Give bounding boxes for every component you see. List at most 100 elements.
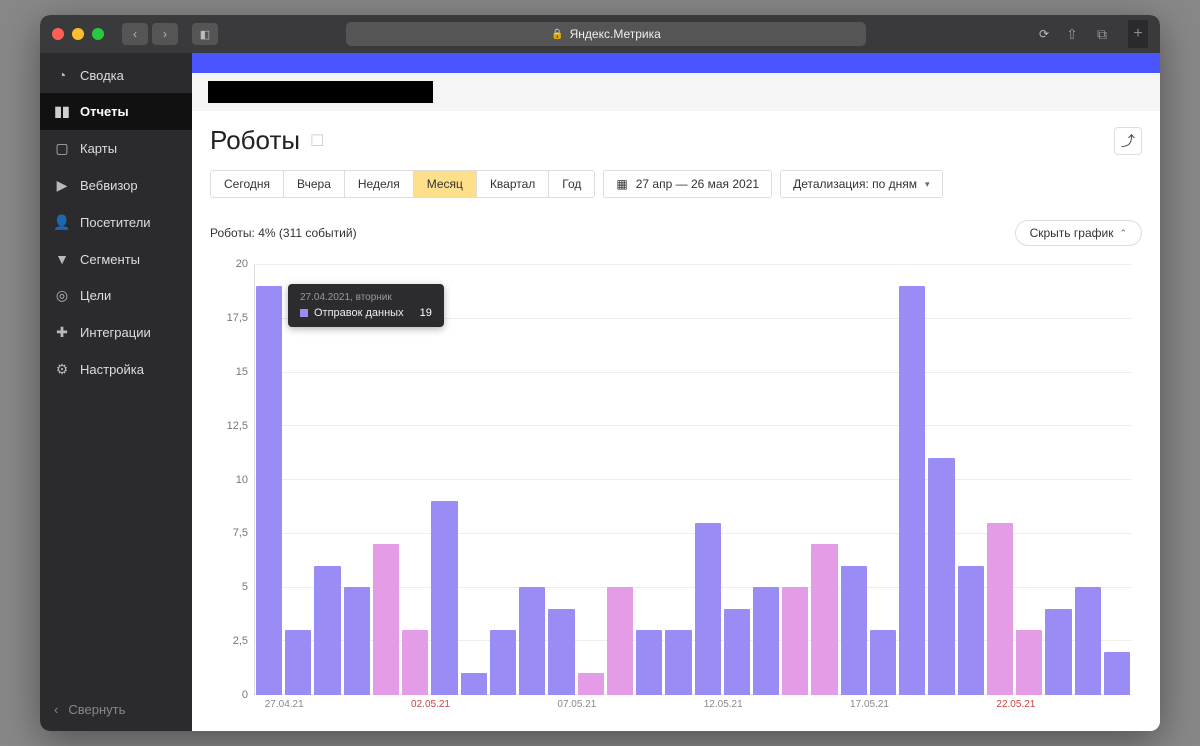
date-range-picker[interactable]: ▦ 27 апр — 26 мая 2021: [603, 170, 772, 198]
period-Год[interactable]: Год: [549, 171, 594, 197]
bar[interactable]: [928, 458, 954, 695]
tooltip-date: 27.04.2021, вторник: [300, 292, 432, 303]
minimize-window-button[interactable]: [72, 28, 84, 40]
x-tick: 12.05.21: [704, 699, 743, 710]
gauge-icon: ◔: [54, 67, 70, 83]
bar[interactable]: [285, 630, 311, 695]
bar[interactable]: [665, 630, 691, 695]
bar[interactable]: [899, 286, 925, 695]
sidebar-item-label: Настройка: [80, 362, 144, 377]
sidebar-item-goals[interactable]: ◎ Цели: [40, 277, 192, 314]
sidebar-item-label: Вебвизор: [80, 178, 138, 193]
bar[interactable]: [870, 630, 896, 695]
bar[interactable]: [607, 587, 633, 695]
sidebar-item-label: Интеграции: [80, 325, 151, 340]
bar[interactable]: [841, 566, 867, 695]
content: Роботы ☐ ⤴ СегодняВчераНеделяМесяцКварта…: [192, 53, 1160, 731]
funnel-icon: ▼: [54, 251, 70, 267]
y-tick: 15: [236, 366, 248, 378]
bar[interactable]: [431, 501, 457, 695]
export-button[interactable]: ⤴: [1114, 127, 1142, 155]
bar[interactable]: [811, 544, 837, 695]
period-Месяц[interactable]: Месяц: [414, 171, 477, 197]
bar[interactable]: [519, 587, 545, 695]
period-Квартал[interactable]: Квартал: [477, 171, 549, 197]
chevron-up-icon: ⌃: [1119, 228, 1127, 239]
period-Сегодня[interactable]: Сегодня: [211, 171, 284, 197]
browser-window: ‹ › ◧ 🔒 Яндекс.Метрика ⟳ ⇧ ⧉ + ◔ Сводка …: [40, 15, 1160, 731]
address-bar[interactable]: 🔒 Яндекс.Метрика: [346, 22, 866, 46]
bar[interactable]: [578, 673, 604, 695]
sidebar: ◔ Сводка ▮▮ Отчеты ▢ Карты ▶ Вебвизор 👤 …: [40, 53, 192, 731]
period-Вчера[interactable]: Вчера: [284, 171, 345, 197]
y-tick: 17,5: [227, 312, 248, 324]
bar[interactable]: [1104, 652, 1130, 695]
target-icon: ◎: [54, 287, 70, 304]
detail-dropdown[interactable]: Детализация: по дням ▾: [780, 170, 942, 198]
back-button[interactable]: ‹: [122, 23, 148, 45]
detail-label: Детализация: по дням: [793, 177, 917, 191]
x-tick: 02.05.21: [411, 699, 450, 710]
bar[interactable]: [1075, 587, 1101, 695]
sidebar-item-webvisor[interactable]: ▶ Вебвизор: [40, 167, 192, 204]
y-tick: 2,5: [233, 635, 248, 647]
bar[interactable]: [1016, 630, 1042, 695]
bar[interactable]: [461, 673, 487, 695]
chevron-down-icon: ▾: [925, 179, 930, 190]
tooltip-color-swatch: [300, 309, 308, 317]
tabs-icon[interactable]: ⧉: [1092, 24, 1112, 44]
x-tick: 17.05.21: [850, 699, 889, 710]
sidebar-toggle-button[interactable]: ◧: [192, 23, 218, 45]
sidebar-item-label: Отчеты: [80, 104, 129, 119]
play-icon: ▶: [54, 177, 70, 194]
y-tick: 12,5: [227, 420, 248, 432]
bar[interactable]: [782, 587, 808, 695]
bar[interactable]: [1045, 609, 1071, 695]
titlebar: ‹ › ◧ 🔒 Яндекс.Метрика ⟳ ⇧ ⧉ +: [40, 15, 1160, 53]
reload-button[interactable]: ⟳: [1034, 24, 1054, 44]
bar[interactable]: [402, 630, 428, 695]
x-tick: 27.04.21: [265, 699, 304, 710]
period-Неделя[interactable]: Неделя: [345, 171, 414, 197]
summary-text: Роботы: 4% (311 событий): [210, 226, 357, 240]
sidebar-item-label: Сводка: [80, 68, 124, 83]
bar[interactable]: [753, 587, 779, 695]
sidebar-item-summary[interactable]: ◔ Сводка: [40, 57, 192, 93]
bar[interactable]: [958, 566, 984, 695]
sidebar-item-maps[interactable]: ▢ Карты: [40, 130, 192, 167]
hide-chart-button[interactable]: Скрыть график ⌃: [1015, 220, 1142, 246]
sidebar-item-reports[interactable]: ▮▮ Отчеты: [40, 93, 192, 130]
x-axis: 27.04.2102.05.2107.05.2112.05.2117.05.21…: [254, 699, 1132, 717]
bar[interactable]: [695, 523, 721, 695]
redacted-site-name: [208, 81, 433, 103]
nav-buttons: ‹ ›: [122, 23, 178, 45]
sidebar-item-visitors[interactable]: 👤 Посетители: [40, 204, 192, 241]
bar[interactable]: [636, 630, 662, 695]
collapse-sidebar-button[interactable]: ‹ Свернуть: [40, 688, 192, 731]
close-window-button[interactable]: [52, 28, 64, 40]
gear-icon: ⚙: [54, 361, 70, 378]
forward-button[interactable]: ›: [152, 23, 178, 45]
bar[interactable]: [548, 609, 574, 695]
lock-icon: 🔒: [551, 29, 563, 40]
bar[interactable]: [373, 544, 399, 695]
bar[interactable]: [987, 523, 1013, 695]
sidebar-item-segments[interactable]: ▼ Сегменты: [40, 241, 192, 277]
chevron-left-icon: ‹: [54, 702, 58, 717]
maximize-window-button[interactable]: [92, 28, 104, 40]
puzzle-icon: ✚: [54, 324, 70, 341]
chart-tooltip: 27.04.2021, вторник Отправок данных 19: [288, 284, 444, 327]
sidebar-item-integrations[interactable]: ✚ Интеграции: [40, 314, 192, 351]
y-tick: 7,5: [233, 527, 248, 539]
bar[interactable]: [256, 286, 282, 695]
bar[interactable]: [344, 587, 370, 695]
bar[interactable]: [490, 630, 516, 695]
sidebar-item-label: Посетители: [80, 215, 151, 230]
sidebar-item-settings[interactable]: ⚙ Настройка: [40, 351, 192, 388]
bar[interactable]: [314, 566, 340, 695]
window-controls: [52, 28, 104, 40]
share-menu-icon[interactable]: ⇧: [1062, 24, 1082, 44]
new-tab-button[interactable]: +: [1128, 20, 1148, 48]
bookmark-icon[interactable]: ☐: [310, 131, 324, 151]
bar[interactable]: [724, 609, 750, 695]
